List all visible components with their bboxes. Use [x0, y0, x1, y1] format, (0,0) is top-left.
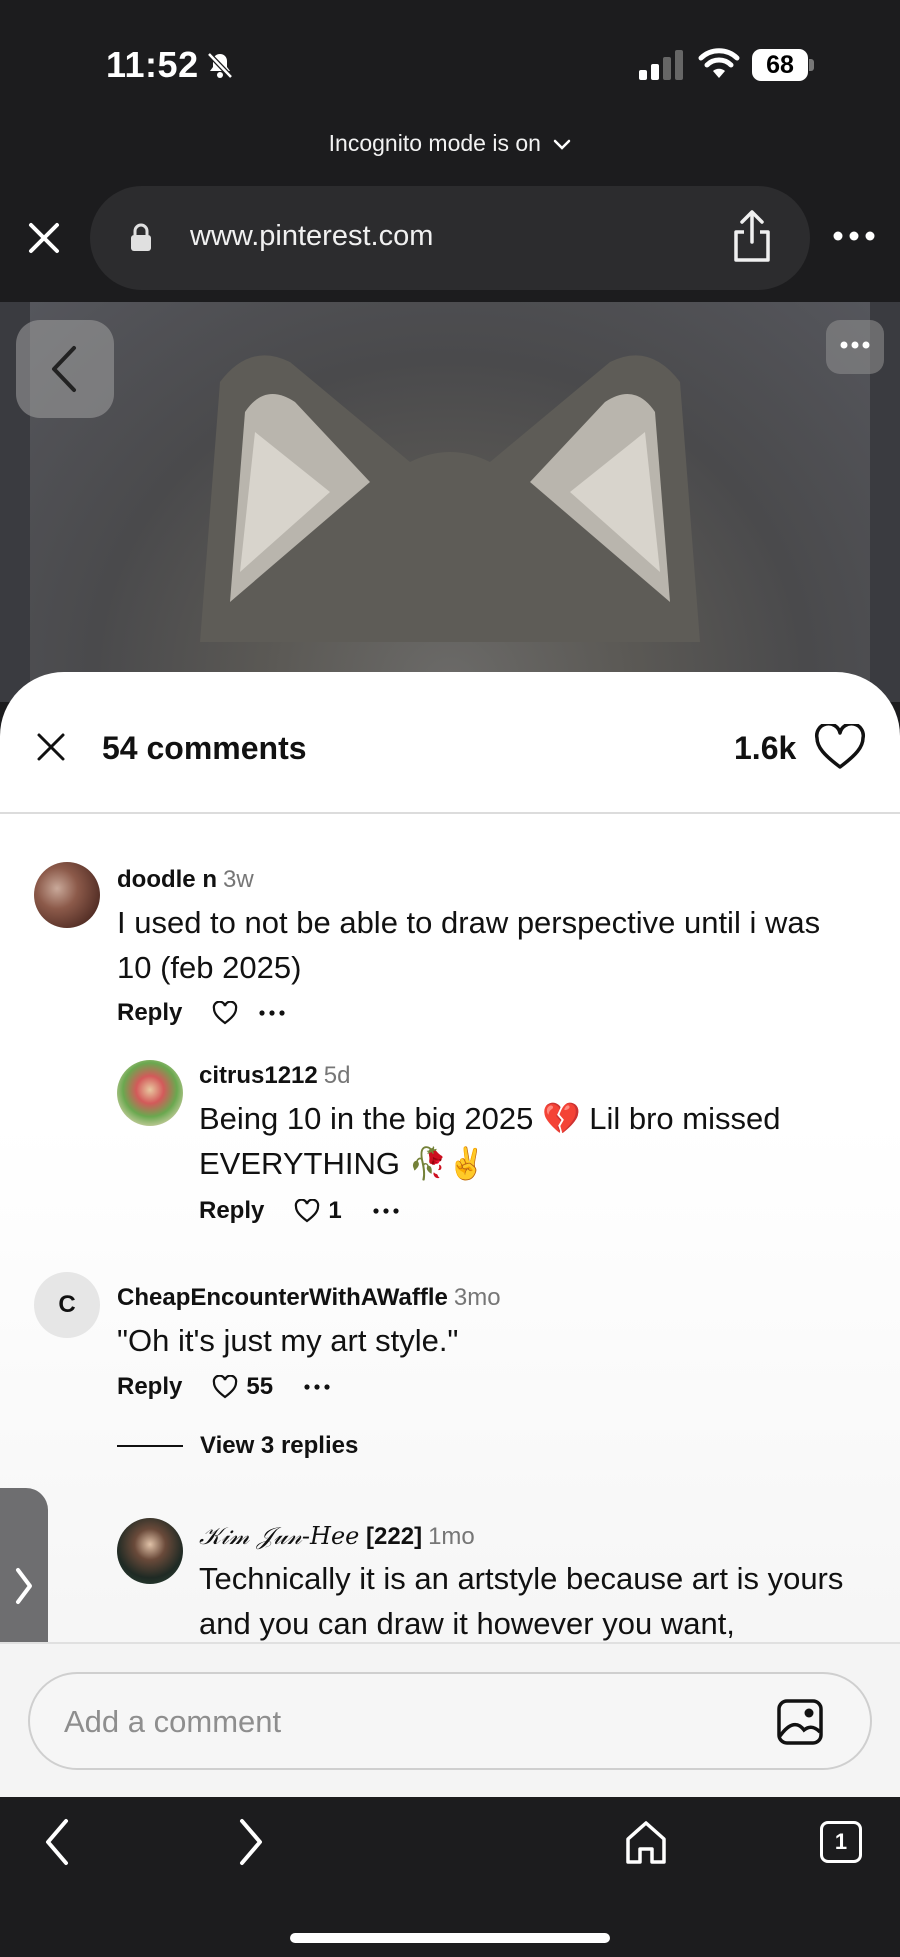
heart-icon[interactable]	[212, 1001, 238, 1025]
comment-like-count: 1	[328, 1197, 342, 1224]
add-comment-bar	[0, 1642, 900, 1797]
home-indicator	[290, 1933, 610, 1943]
url-text: www.pinterest.com	[190, 220, 434, 252]
comment-actions: Reply 1	[199, 1196, 400, 1226]
heart-icon[interactable]	[212, 1375, 238, 1399]
bell-muted-icon	[207, 52, 233, 79]
battery-nub	[809, 59, 814, 71]
avatar-initial: C	[58, 1291, 76, 1318]
chevron-left-icon	[52, 346, 76, 392]
heart-icon[interactable]	[294, 1199, 320, 1223]
status-time: 11:52	[106, 44, 199, 85]
username-suffix: [222]	[366, 1523, 423, 1550]
status-bar: 11:52 68	[0, 0, 900, 130]
username-text: doodle n	[117, 866, 217, 893]
comment-age: 5d	[323, 1062, 351, 1089]
heart-icon[interactable]	[814, 724, 866, 770]
cellular-signal-icon	[639, 50, 683, 80]
pin-likes-count: 1.6k	[734, 730, 797, 766]
avatar[interactable]: C	[34, 1272, 100, 1338]
reply-button[interactable]: Reply	[117, 999, 182, 1027]
divider	[117, 1445, 183, 1447]
wifi-icon	[698, 48, 740, 78]
view-replies-label: View 3 replies	[200, 1432, 359, 1459]
tab-switcher-button[interactable]: 1	[820, 1821, 862, 1863]
avatar[interactable]	[117, 1060, 183, 1126]
comment-like-count: 55	[246, 1373, 274, 1400]
back-arrow-icon[interactable]	[42, 1817, 72, 1867]
comment-age: 1mo	[428, 1523, 475, 1550]
comment-text: "Oh it's just my art style."	[117, 1323, 459, 1358]
comment-age: 3mo	[453, 1284, 501, 1311]
browser-url-row: www.pinterest.com	[0, 180, 900, 302]
username-text: 𝒦𝒾𝓂 𝒥𝓊𝓃-𝐻𝑒𝑒	[199, 1522, 360, 1550]
comment-text: Being 10 in the big 2025 💔 Lil bro misse…	[199, 1101, 781, 1181]
close-icon[interactable]	[26, 220, 62, 256]
add-comment-input[interactable]	[64, 1700, 764, 1744]
home-icon[interactable]	[624, 1819, 668, 1865]
more-options-icon	[840, 341, 870, 349]
comments-sheet: 54 comments 1.6k doodle n 3w I used to no…	[0, 672, 900, 1797]
comment-text: I used to not be able to draw perspectiv…	[117, 905, 821, 985]
reply-button[interactable]: Reply	[117, 1373, 182, 1401]
more-options-icon[interactable]	[303, 1383, 331, 1391]
comment-username[interactable]: 𝒦𝒾𝓂 𝒥𝓊𝓃-𝐻𝑒𝑒 [222] 1mo	[199, 1522, 475, 1551]
wolf-ears-illustration	[200, 355, 700, 642]
avatar[interactable]	[34, 862, 100, 928]
reply-button[interactable]: Reply	[199, 1197, 264, 1225]
comments-header: 54 comments 1.6k	[0, 672, 900, 814]
pin-more-button[interactable]	[826, 320, 884, 374]
comment-actions: Reply	[117, 998, 286, 1028]
battery-indicator: 68	[752, 49, 814, 81]
image-upload-icon[interactable]	[776, 1698, 824, 1746]
lock-icon	[131, 223, 151, 251]
add-comment-field[interactable]	[28, 1672, 872, 1770]
chevron-down-icon	[554, 139, 571, 150]
comment-username[interactable]: citrus1212 5d	[199, 1062, 350, 1090]
pin-image	[30, 302, 870, 702]
view-replies-button[interactable]: View 3 replies	[117, 1432, 358, 1460]
share-icon[interactable]	[730, 208, 774, 264]
pin-image-area	[0, 302, 900, 702]
browser-toolbar: 1	[0, 1797, 900, 1957]
more-options-icon[interactable]	[258, 1009, 286, 1017]
close-icon[interactable]	[36, 732, 66, 762]
comment-username[interactable]: CheapEncounterWithAWaffle 3mo	[117, 1284, 501, 1312]
comments-count-title: 54 comments	[102, 730, 307, 766]
comment-text: Technically it is an artstyle because ar…	[199, 1561, 844, 1641]
address-bar[interactable]: www.pinterest.com	[90, 186, 810, 290]
chevron-right-icon	[16, 1568, 32, 1604]
back-button[interactable]	[16, 320, 114, 418]
username-text: citrus1212	[199, 1062, 318, 1089]
username-text: CheapEncounterWithAWaffle	[117, 1284, 448, 1311]
incognito-banner[interactable]: Incognito mode is on	[0, 130, 900, 157]
more-options-icon[interactable]	[372, 1207, 400, 1215]
forward-arrow-icon[interactable]	[236, 1817, 266, 1867]
incognito-label: Incognito mode is on	[328, 130, 541, 156]
more-options-icon[interactable]	[830, 228, 878, 244]
comment-age: 3w	[222, 866, 254, 893]
battery-level: 68	[752, 49, 808, 81]
comment-actions: Reply 55	[117, 1372, 331, 1402]
avatar[interactable]	[117, 1518, 183, 1584]
comment-username[interactable]: doodle n 3w	[117, 866, 254, 894]
